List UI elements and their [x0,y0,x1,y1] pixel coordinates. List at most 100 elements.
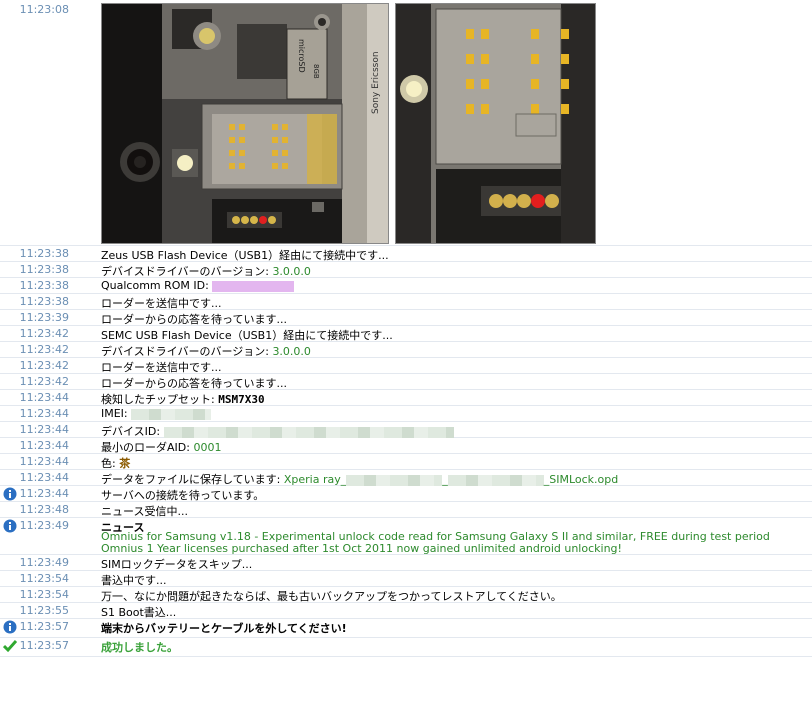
log-message: 最小のローダAID: 0001 [101,439,221,455]
log-row: 11:23:44 デバイスID: [0,422,812,438]
sim-slot-closeup-photo [395,3,596,244]
log-row: 11:23:42 ローダーからの応答を待っています... [0,374,812,390]
timestamp: 11:23:38 [19,247,69,260]
timestamp: 11:23:44 [19,391,69,404]
timestamp: 11:23:54 [19,588,69,601]
log-row: 11:23:38 Zeus USB Flash Device（USB1）経由にて… [0,246,812,262]
log-message: ニュース受信中... [101,505,188,518]
timestamp: 11:23:49 [19,556,69,569]
log-row: 11:23:44 IMEI: [0,406,812,422]
log-label: 色: [101,457,120,470]
log-message: 書込中です... [101,574,167,587]
timestamp: 11:23:44 [19,471,69,484]
timestamp: 11:23:44 [19,455,69,468]
chipset-value: MSM7X30 [218,393,265,406]
log-message: デバイスID: [101,423,454,439]
log-view: 11:23:08 microSD 8GB Sony Ericsson 11:23… [0,0,812,657]
timestamp: 11:23:57 [19,639,69,652]
log-row: 11:23:42 ローダーを送信中です... [0,358,812,374]
log-row: 11:23:38 ローダーを送信中です... [0,294,812,310]
color-value: 茶 [119,457,131,470]
timestamp: 11:23:42 [19,359,69,372]
log-row: 11:23:42 SEMC USB Flash Device（USB1）経由にて… [0,326,812,342]
redacted-file-part [447,474,544,486]
log-message: データをファイルに保存しています: Xperia ray_ _ _SIMLock.o… [101,473,619,486]
log-message: IMEI: [101,407,212,420]
redacted-file-part [346,474,443,486]
log-label: IMEI: [101,407,132,420]
log-message: 端末からバッテリーとケーブルを外してください! [101,622,347,635]
sd-size-label: 8GB [312,64,320,79]
timestamp: 11:23:49 [19,519,69,532]
news-line: Omnius 1 Year licenses purchased after 1… [101,542,622,555]
log-message: 検知したチップセット: MSM7X30 [101,391,265,407]
micro-sd-label: microSD [297,39,306,73]
timestamp: 11:23:38 [19,263,69,276]
log-row: 11:23:44 最小のローダAID: 0001 [0,438,812,454]
log-label: 最小のローダAID: [101,441,194,454]
brand-label: Sony Ericsson [371,51,381,114]
log-message: デバイスドライバーのバージョン: 3.0.0.0 [101,343,311,359]
driver-version-value: 3.0.0.0 [272,265,311,278]
log-row: 11:23:57 成功しました。 [0,638,812,657]
log-message: 色: 茶 [101,455,130,471]
log-label: デバイスドライバーのバージョン: [101,345,273,358]
log-row: 11:23:38 デバイスドライバーのバージョン: 3.0.0.0 [0,262,812,278]
timestamp: 11:23:38 [19,295,69,308]
timestamp: 11:23:44 [19,439,69,452]
driver-version-value: 3.0.0.0 [272,345,311,358]
log-row: 11:23:54 万一、なにか問題が起きたならば、最も古いバックアップをつかって… [0,587,812,603]
log-row: 11:23:44 検知したチップセット: MSM7X30 [0,390,812,406]
log-row: 11:23:48 ニュース受信中... [0,502,812,518]
log-row-images: 11:23:08 microSD 8GB Sony Ericsson [0,0,812,246]
log-message: Zeus USB Flash Device（USB1）経由にて接続中です... [101,249,389,262]
log-message: サーバへの接続を待っています。 [101,489,265,502]
log-message: 万一、なにか問題が起きたならば、最も古いバックアップをつかってレストアしてくださ… [101,590,562,603]
file-name-start: Xperia ray_ [283,473,347,486]
timestamp: 11:23:44 [19,407,69,420]
log-message: ローダーを送信中です... [101,361,222,374]
log-label: 検知したチップセット: [101,393,219,406]
redacted-rom-id [212,280,295,292]
timestamp: 11:23:57 [19,620,69,633]
phone-sim-slot-photo: microSD 8GB Sony Ericsson [101,3,389,244]
timestamp: 11:23:42 [19,327,69,340]
log-row: 11:23:55 S1 Boot書込... [0,603,812,619]
redacted-imei [131,408,212,420]
redacted-device-id [163,426,454,438]
log-row: 11:23:57 端末からバッテリーとケーブルを外してください! [0,619,812,638]
log-message: SIMロックデータをスキップ... [101,558,253,571]
timestamp: 11:23:48 [19,503,69,516]
timestamp: 11:23:55 [19,604,69,617]
log-label: デバイスID: [101,425,164,438]
timestamp: 11:23:38 [19,279,69,292]
log-message: S1 Boot書込... [101,606,177,619]
log-label: Qualcomm ROM ID: [101,279,213,292]
log-row: 11:23:44 データをファイルに保存しています: Xperia ray_ _ _… [0,470,812,486]
timestamp: 11:23:42 [19,343,69,356]
timestamp: 11:23:39 [19,311,69,324]
file-name-end: _SIMLock.opd [543,473,619,486]
log-row: 11:23:44 色: 茶 [0,454,812,470]
log-message: SEMC USB Flash Device（USB1）経由にて接続中です... [101,329,393,342]
log-row: 11:23:49 SIMロックデータをスキップ... [0,555,812,571]
log-message: ローダーからの応答を待っています... [101,377,287,390]
log-row: 11:23:39 ローダーからの応答を待っています... [0,310,812,326]
log-row: 11:23:44 サーバへの接続を待っています。 [0,486,812,502]
timestamp: 11:23:44 [19,423,69,436]
timestamp: 11:23:44 [19,487,69,500]
log-message: Qualcomm ROM ID: [101,279,295,292]
log-message: ローダーからの応答を待っています... [101,313,287,326]
log-row: 11:23:38 Qualcomm ROM ID: [0,278,812,294]
log-label: デバイスドライバーのバージョン: [101,265,273,278]
timestamp: 11:23:54 [19,572,69,585]
success-message: 成功しました。 [101,641,178,654]
timestamp: 11:23:08 [19,3,69,16]
log-row-news: 11:23:49 ニュース Omnius for Samsung v1.18 -… [0,518,812,555]
log-message: ローダーを送信中です... [101,297,222,310]
log-row: 11:23:54 書込中です... [0,571,812,587]
log-row: 11:23:42 デバイスドライバーのバージョン: 3.0.0.0 [0,342,812,358]
timestamp: 11:23:42 [19,375,69,388]
log-label: データをファイルに保存しています: [101,473,284,486]
log-message: デバイスドライバーのバージョン: 3.0.0.0 [101,263,311,279]
